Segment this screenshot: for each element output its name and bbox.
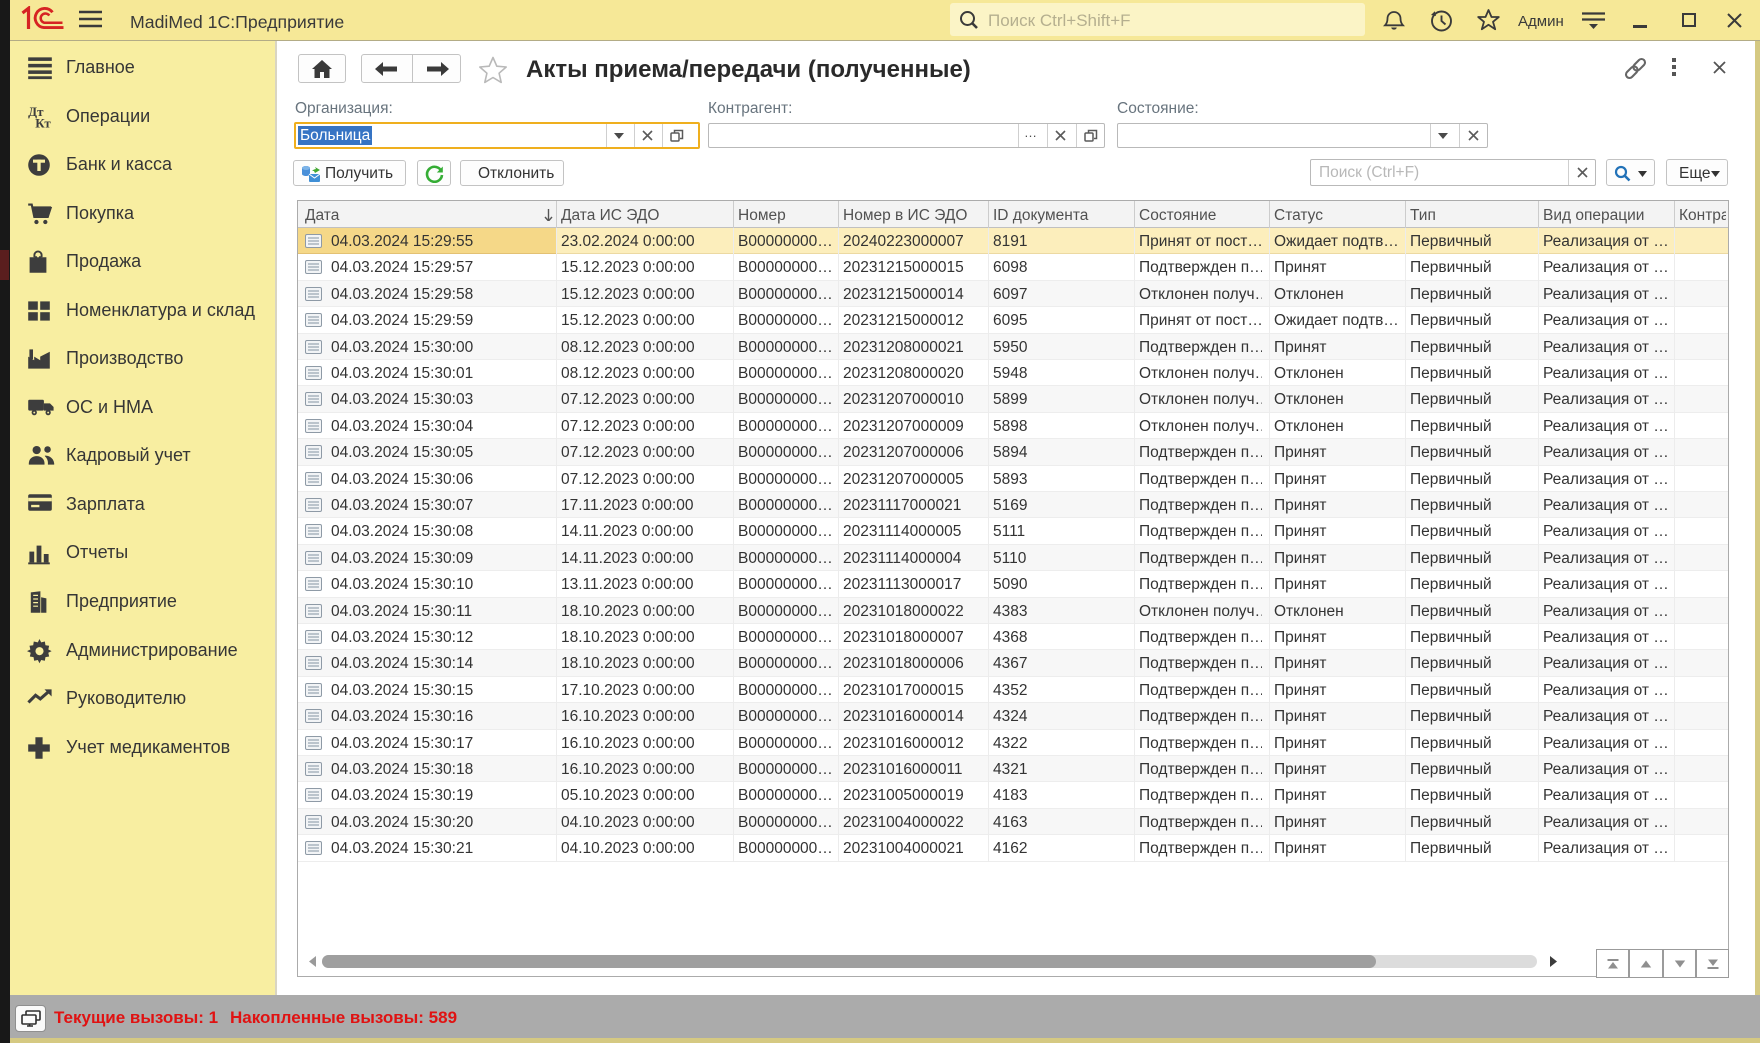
svg-text:Кт: Кт: [35, 116, 51, 129]
